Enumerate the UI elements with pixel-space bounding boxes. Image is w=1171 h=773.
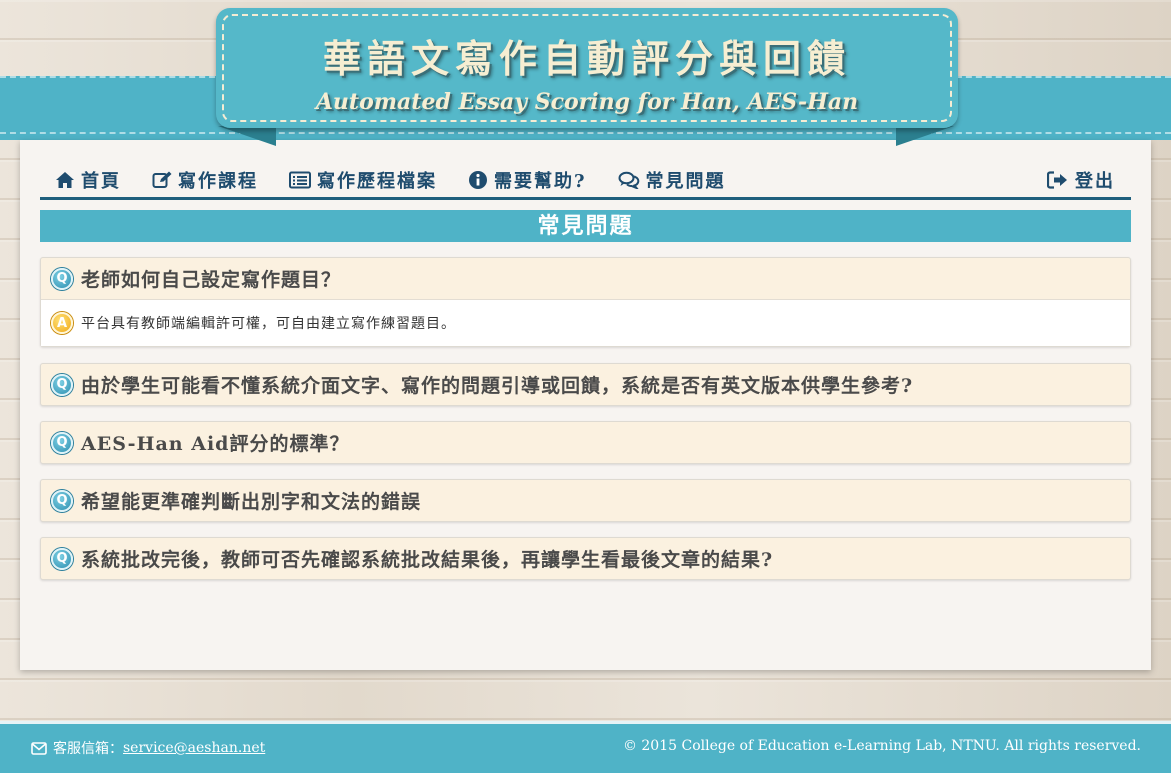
q-badge-icon: Q (51, 547, 73, 570)
q-badge-icon: Q (51, 267, 73, 290)
banner-fold-left (218, 126, 276, 146)
nav-faq-label: 常見問題 (645, 171, 726, 192)
logout-icon (1047, 171, 1067, 189)
site-subtitle: Automated Essay Scoring for Han, AES-Han (315, 89, 859, 115)
footer-contact-label: 客服信箱： (53, 741, 123, 757)
banner-fold-right (896, 126, 954, 146)
envelope-icon (31, 741, 47, 755)
nav-home-label: 首頁 (81, 171, 121, 192)
faq-question-toggle[interactable]: Q 希望能更準確判斷出別字和文法的錯誤 (41, 480, 1130, 521)
faq-question-text: 老師如何自己設定寫作題目？ (81, 269, 342, 291)
nav-writing-portfolio[interactable]: 寫作歷程檔案 (289, 163, 437, 197)
footer-copyright: © 2015 College of Education e-Learning L… (622, 738, 1141, 754)
nav-course-label: 寫作課程 (178, 171, 258, 192)
nav-logout[interactable]: 登出 (1047, 163, 1115, 197)
page-title: 常見問題 (40, 210, 1131, 242)
faq-item: Q 希望能更準確判斷出別字和文法的錯誤 (40, 479, 1131, 522)
nav-logout-label: 登出 (1075, 171, 1115, 192)
faq-item: Q 由於學生可能看不懂系統介面文字、寫作的問題引導或回饋，系統是否有英文版本供學… (40, 363, 1131, 406)
nav-portfolio-label: 寫作歷程檔案 (317, 171, 437, 192)
nav-home[interactable]: 首頁 (55, 163, 121, 197)
comments-icon (618, 171, 639, 189)
faq-question-toggle[interactable]: Q 老師如何自己設定寫作題目？ (41, 258, 1130, 299)
nav-help-label: 需要幫助? (494, 171, 587, 192)
faq-question-text: 由於學生可能看不懂系統介面文字、寫作的問題引導或回饋，系統是否有英文版本供學生參… (81, 375, 914, 397)
faq-answer-text: 平台具有教師端編輯許可權，可自由建立寫作練習題目。 (81, 316, 456, 332)
faq-answer: A 平台具有教師端編輯許可權，可自由建立寫作練習題目。 (41, 299, 1130, 346)
a-badge-icon: A (51, 312, 73, 334)
footer-contact: 客服信箱： service@aeshan.net (31, 738, 265, 758)
faq-question-toggle[interactable]: Q AES-Han Aid評分的標準？ (41, 422, 1130, 463)
q-badge-icon: Q (51, 373, 73, 396)
home-icon (56, 172, 74, 188)
site-title: 華語文寫作自動評分與回饋 (322, 36, 851, 81)
faq-item: Q AES-Han Aid評分的標準？ (40, 421, 1131, 464)
main-nav: 首頁 寫作課程 寫作歷程檔案 需要幫助? 常見問題 登出 (40, 163, 1131, 200)
list-icon (289, 171, 311, 189)
site-banner: 華語文寫作自動評分與回饋 Automated Essay Scoring for… (216, 8, 958, 128)
nav-writing-course[interactable]: 寫作課程 (152, 163, 258, 197)
info-icon (469, 171, 487, 189)
faq-question-text: AES-Han Aid評分的標準？ (81, 433, 350, 455)
nav-help[interactable]: 需要幫助? (468, 163, 587, 197)
footer: 客服信箱： service@aeshan.net © 2015 College … (0, 721, 1171, 773)
faq-question-text: 系統批改完後，教師可否先確認系統批改結果後，再讓學生看最後文章的結果? (81, 549, 774, 571)
nav-faq[interactable]: 常見問題 (618, 163, 726, 197)
q-badge-icon: Q (51, 489, 73, 512)
faq-question-text: 希望能更準確判斷出別字和文法的錯誤 (81, 491, 422, 513)
faq-question-toggle[interactable]: Q 系統批改完後，教師可否先確認系統批改結果後，再讓學生看最後文章的結果? (41, 538, 1130, 579)
edit-icon (152, 171, 172, 188)
footer-email-link[interactable]: service@aeshan.net (123, 740, 265, 756)
faq-question-toggle[interactable]: Q 由於學生可能看不懂系統介面文字、寫作的問題引導或回饋，系統是否有英文版本供學… (41, 364, 1130, 405)
faq-item: Q 系統批改完後，教師可否先確認系統批改結果後，再讓學生看最後文章的結果? (40, 537, 1131, 580)
faq-item: Q 老師如何自己設定寫作題目？ A 平台具有教師端編輯許可權，可自由建立寫作練習… (40, 257, 1131, 347)
q-badge-icon: Q (51, 431, 73, 454)
